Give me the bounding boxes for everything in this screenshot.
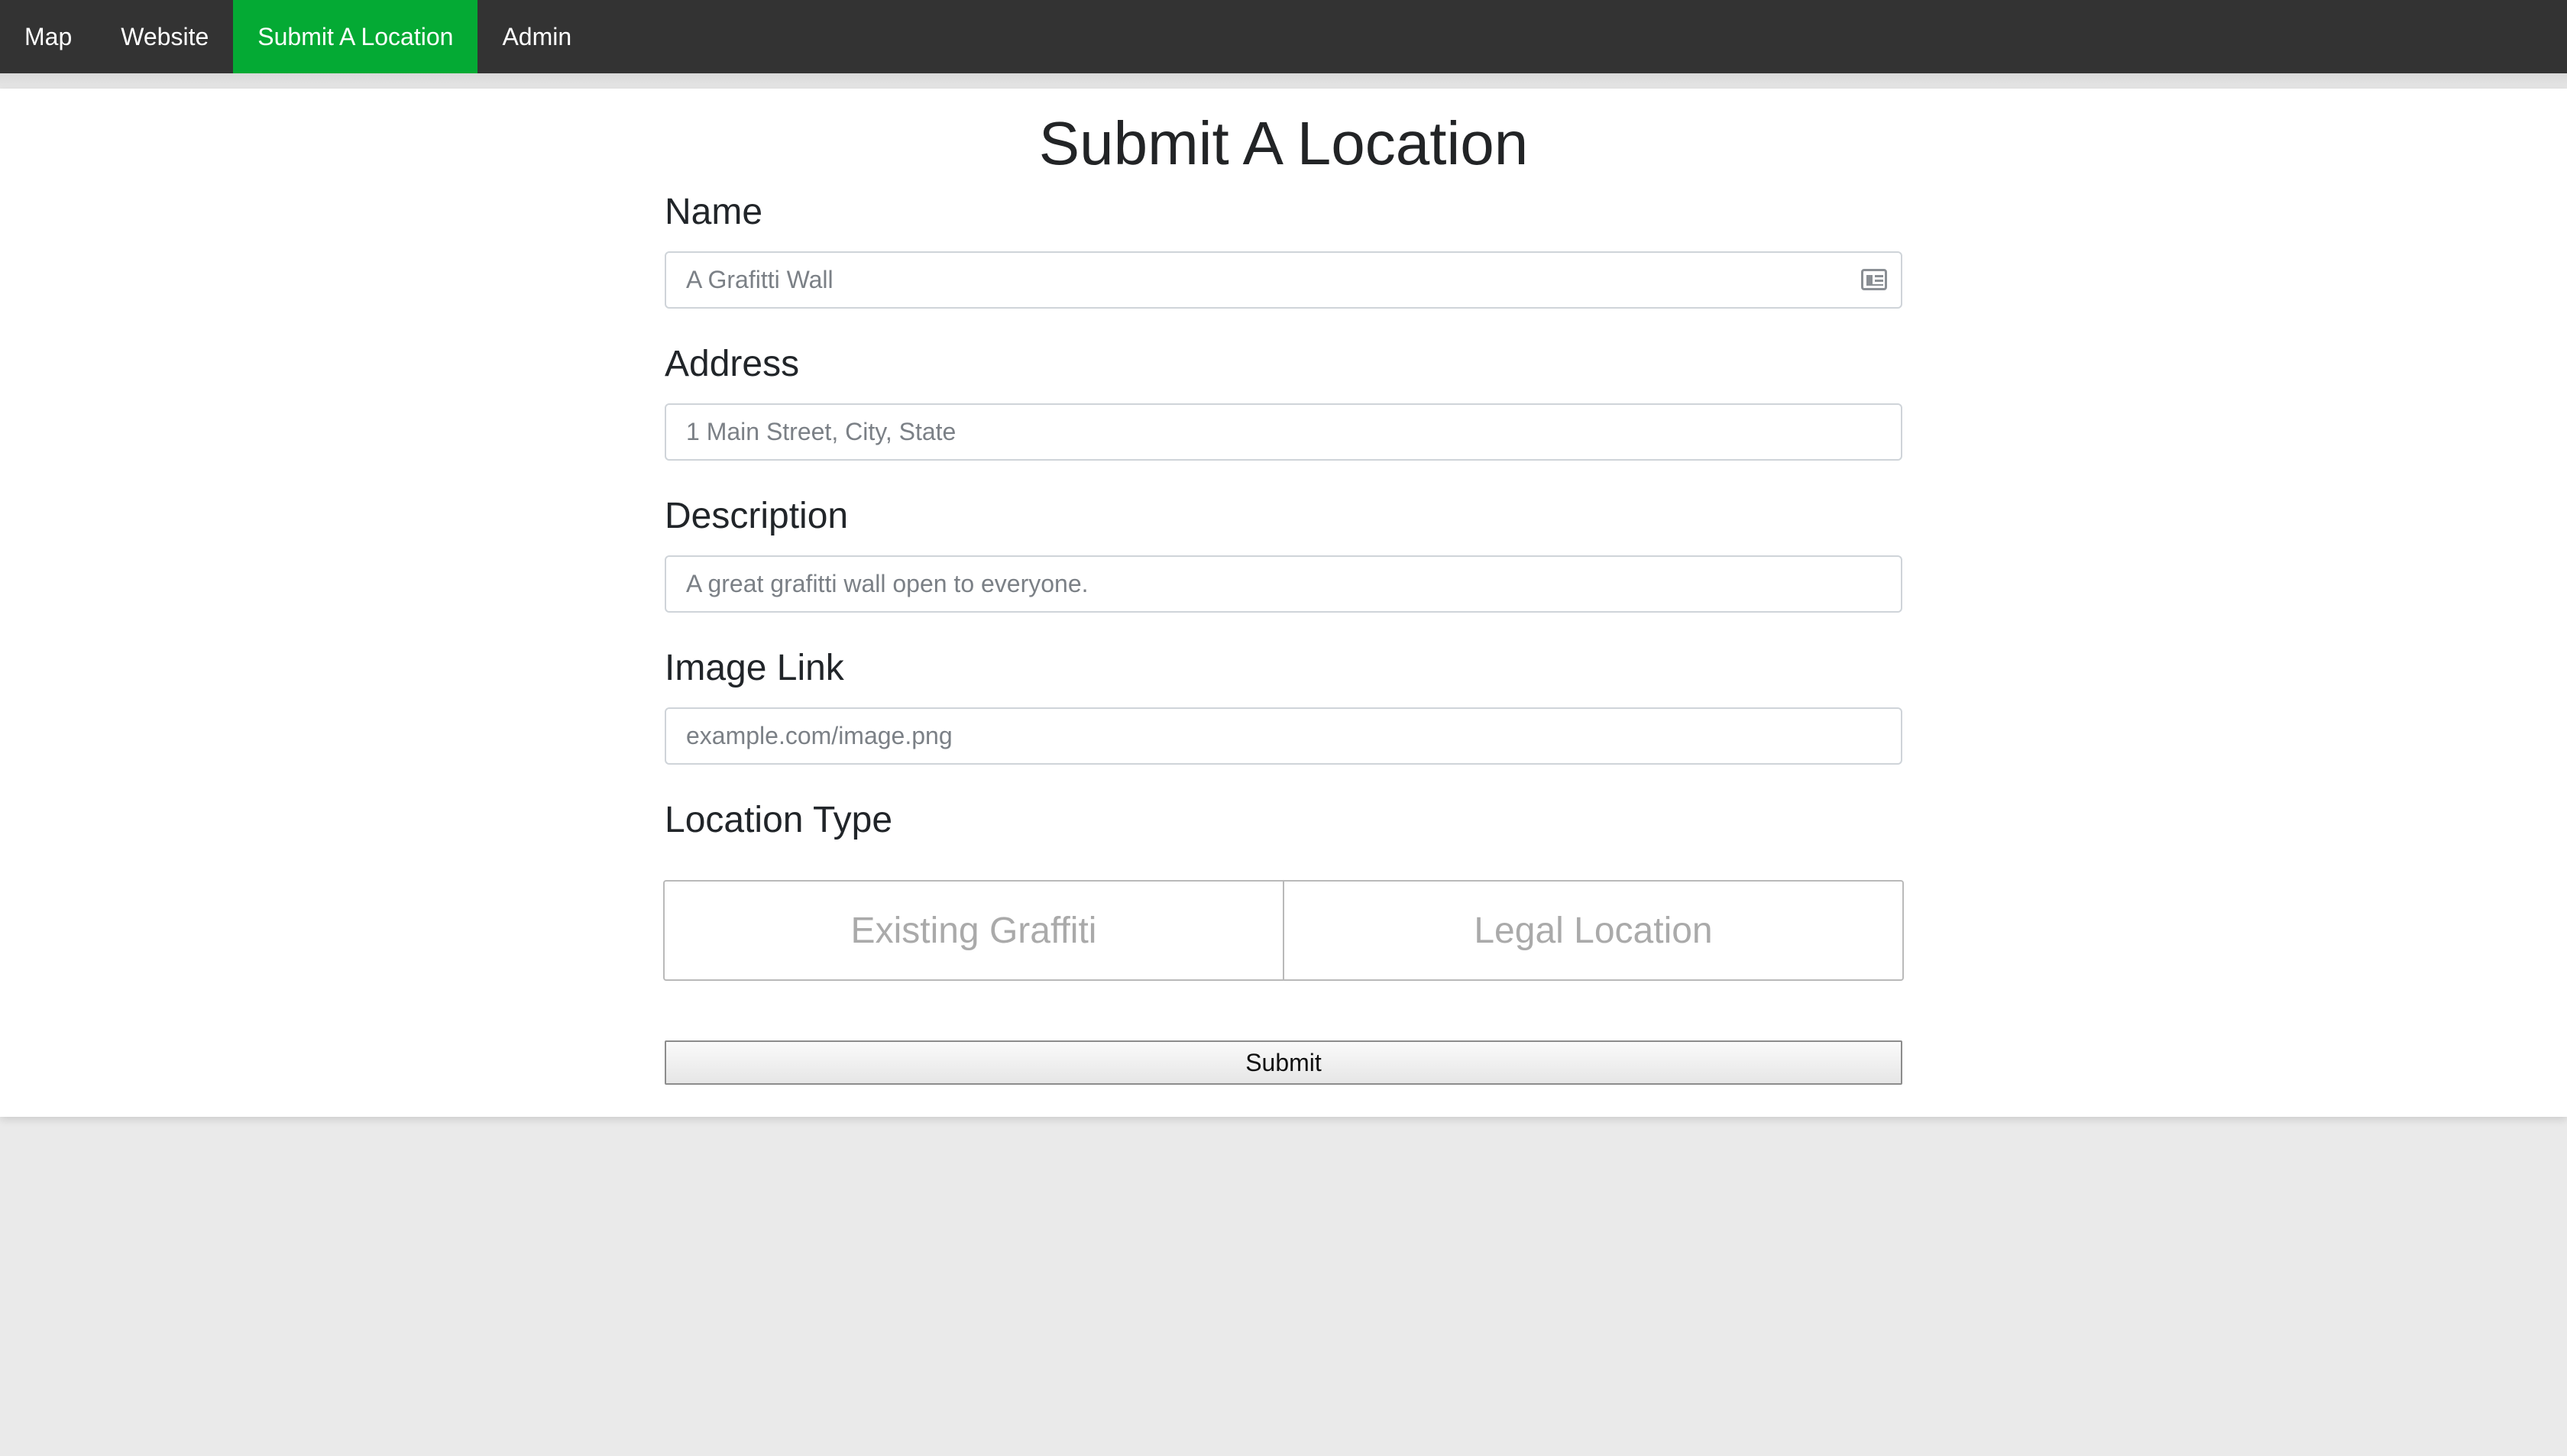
nav-item-admin[interactable]: Admin	[477, 0, 596, 73]
name-input[interactable]	[665, 251, 1902, 309]
name-label: Name	[665, 192, 763, 232]
address-input[interactable]	[665, 403, 1902, 461]
top-navigation: Map Website Submit A Location Admin	[0, 0, 2567, 73]
submit-button[interactable]: Submit	[665, 1040, 1902, 1085]
location-type-selector: Existing Graffiti Legal Location	[663, 880, 1904, 981]
location-type-label: Location Type	[665, 800, 893, 840]
nav-item-label: Map	[24, 22, 73, 50]
contact-card-icon	[1861, 269, 1887, 290]
description-label: Description	[665, 496, 849, 536]
nav-item-submit-location[interactable]: Submit A Location	[233, 0, 478, 73]
nav-item-label: Website	[121, 22, 209, 50]
description-input[interactable]	[665, 555, 1902, 613]
image-link-label: Image Link	[665, 648, 844, 688]
nav-item-label: Admin	[502, 22, 572, 50]
main-panel: Submit A Location Name Address Descripti…	[0, 89, 2567, 1117]
image-link-input[interactable]	[665, 707, 1902, 765]
option-existing-graffiti[interactable]: Existing Graffiti	[665, 882, 1283, 979]
nav-item-website[interactable]: Website	[96, 0, 233, 73]
address-label: Address	[665, 344, 800, 384]
option-legal-location[interactable]: Legal Location	[1283, 882, 1902, 979]
nav-item-label: Submit A Location	[257, 22, 454, 50]
nav-item-map[interactable]: Map	[0, 0, 96, 73]
page-title: Submit A Location	[1038, 109, 1529, 177]
nav-divider	[0, 73, 2567, 89]
